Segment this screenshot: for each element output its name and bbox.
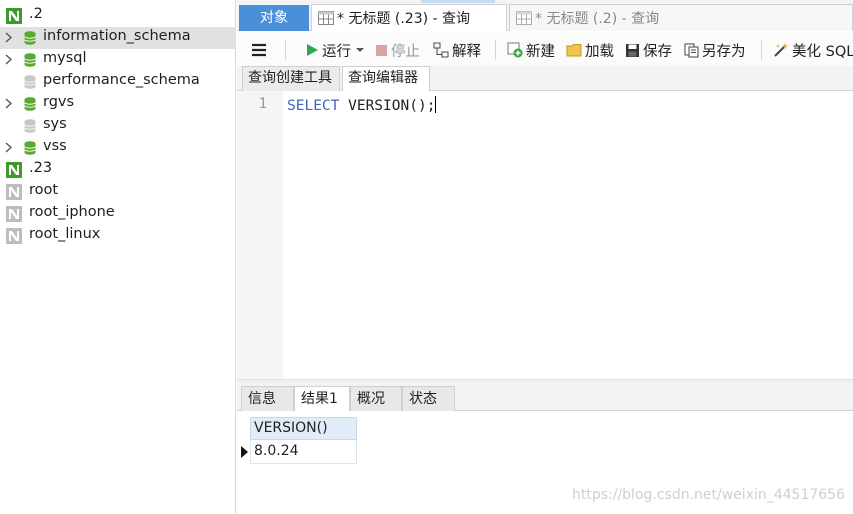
- tree-item-label: .23: [29, 160, 53, 176]
- tree-item-label: performance_schema: [43, 72, 200, 88]
- result-cell[interactable]: 8.0.24: [250, 440, 357, 464]
- connection-tree: .2 information_schema mysql performance_…: [0, 0, 236, 514]
- explain-button-label: 解释: [452, 43, 481, 60]
- magic-wand-icon: [774, 43, 788, 57]
- tree-item-vss[interactable]: vss: [0, 137, 236, 159]
- run-button[interactable]: 运行: [305, 40, 367, 60]
- result-tab-bar: 信息 结果1 概况 状态: [237, 383, 853, 412]
- connection-icon: [6, 8, 22, 24]
- save-button-label: 保存: [643, 43, 672, 60]
- beautify-sql-button-label: 美化 SQL: [792, 43, 853, 60]
- tree-item-label: information_schema: [43, 28, 191, 44]
- toolbar-separator: [285, 40, 286, 60]
- connection-closed-icon: [6, 184, 22, 200]
- tree-item-information-schema[interactable]: information_schema: [0, 27, 236, 49]
- beautify-sql-button[interactable]: 美化 SQL: [773, 40, 853, 60]
- tree-item-sys[interactable]: sys: [0, 115, 236, 137]
- tree-item-connection-2[interactable]: .2: [0, 5, 236, 27]
- sql-code-rest: VERSION();: [339, 98, 436, 114]
- tree-item-root-linux[interactable]: root_linux: [0, 225, 236, 247]
- database-icon: [24, 31, 36, 45]
- tree-item-label: rgvs: [43, 94, 75, 110]
- play-icon: [307, 44, 318, 56]
- editor-mode-tabs: 查询创建工具 查询编辑器: [237, 66, 853, 91]
- database-icon: [24, 141, 36, 155]
- stop-button-label: 停止: [391, 43, 420, 60]
- database-icon: [24, 53, 36, 67]
- connection-closed-icon: [6, 228, 22, 244]
- tree-item-root[interactable]: root: [0, 181, 236, 203]
- line-number-gutter: 1: [237, 91, 283, 379]
- tab-query-builder[interactable]: 查询创建工具: [242, 66, 340, 91]
- query-toolbar: 运行 停止 解释 新建 加载 保存 另存为 美化 SQL: [237, 32, 853, 66]
- database-closed-icon: [24, 75, 36, 89]
- tree-item-label: root_iphone: [29, 204, 115, 220]
- hamburger-menu-icon: [252, 43, 266, 57]
- chevron-right-icon[interactable]: [5, 54, 12, 65]
- sql-editor[interactable]: 1 SELECT VERSION();: [237, 91, 853, 379]
- document-tab-bar: 对象 * 无标题 (.23) - 查询 * 无标题 (.2) - 查询: [237, 0, 853, 31]
- explain-icon: [433, 42, 449, 58]
- save-icon: [626, 43, 639, 57]
- new-query-button-label: 新建: [526, 43, 555, 60]
- tab-query-23-label: * 无标题 (.23) - 查询: [337, 11, 471, 27]
- tab-query-2-label: * 无标题 (.2) - 查询: [535, 11, 660, 27]
- tree-item-root-iphone[interactable]: root_iphone: [0, 203, 236, 225]
- tree-item-connection-23[interactable]: .23: [0, 159, 236, 181]
- tree-item-label: .2: [29, 6, 43, 22]
- save-as-button-label: 另存为: [702, 43, 746, 60]
- chevron-right-icon[interactable]: [5, 142, 12, 153]
- save-as-button[interactable]: 另存为: [684, 40, 746, 60]
- connection-closed-icon: [6, 206, 22, 222]
- menu-button[interactable]: [251, 40, 270, 60]
- explain-button[interactable]: 解释: [433, 40, 481, 60]
- run-button-label: 运行: [322, 43, 351, 60]
- save-as-icon: [684, 43, 699, 57]
- chevron-right-icon[interactable]: [5, 32, 12, 43]
- tree-item-rgvs[interactable]: rgvs: [0, 93, 236, 115]
- chevron-right-icon[interactable]: [5, 98, 12, 109]
- line-number: 1: [258, 96, 267, 112]
- tree-item-label: vss: [43, 138, 67, 154]
- watermark: https://blog.csdn.net/weixin_44517656: [571, 487, 845, 503]
- query-table-icon: [516, 11, 532, 25]
- tab-highlight-strip: [421, 0, 495, 3]
- new-query-icon: [507, 42, 523, 58]
- sql-code-line[interactable]: SELECT VERSION();: [287, 96, 437, 114]
- tree-item-performance-schema[interactable]: performance_schema: [0, 71, 236, 93]
- database-closed-icon: [24, 119, 36, 133]
- column-header-version[interactable]: VERSION(): [250, 417, 357, 440]
- tab-query-23[interactable]: * 无标题 (.23) - 查询: [311, 4, 507, 31]
- query-table-icon: [318, 11, 334, 25]
- text-cursor: [435, 96, 437, 113]
- save-button[interactable]: 保存: [625, 40, 672, 60]
- new-query-button[interactable]: 新建: [507, 40, 555, 60]
- load-button-label: 加载: [585, 43, 614, 60]
- tree-item-label: root: [29, 182, 59, 198]
- tree-item-label: root_linux: [29, 226, 101, 242]
- tree-item-mysql[interactable]: mysql: [0, 49, 236, 71]
- result-grid: VERSION() 8.0.24 https://blog.csdn.net/w…: [237, 411, 853, 514]
- stop-button[interactable]: 停止: [375, 40, 420, 60]
- tab-objects[interactable]: 对象: [239, 5, 309, 31]
- folder-icon: [566, 44, 582, 57]
- tab-query-2[interactable]: * 无标题 (.2) - 查询: [509, 4, 853, 31]
- tree-item-label: sys: [43, 116, 67, 132]
- database-icon: [24, 97, 36, 111]
- toolbar-separator: [495, 40, 496, 60]
- stop-icon: [376, 44, 387, 56]
- tab-status[interactable]: 状态: [402, 386, 455, 411]
- tab-result-1[interactable]: 结果1: [294, 386, 350, 412]
- chevron-down-icon[interactable]: [356, 47, 364, 53]
- connection-icon: [6, 162, 22, 178]
- tab-query-editor[interactable]: 查询编辑器: [342, 66, 430, 91]
- tab-profile[interactable]: 概况: [350, 386, 402, 411]
- sql-keyword: SELECT: [287, 98, 340, 114]
- tree-item-label: mysql: [43, 50, 87, 66]
- tab-info[interactable]: 信息: [241, 386, 294, 411]
- load-button[interactable]: 加载: [566, 40, 614, 60]
- toolbar-separator: [761, 40, 762, 60]
- current-row-indicator-icon: [241, 446, 248, 458]
